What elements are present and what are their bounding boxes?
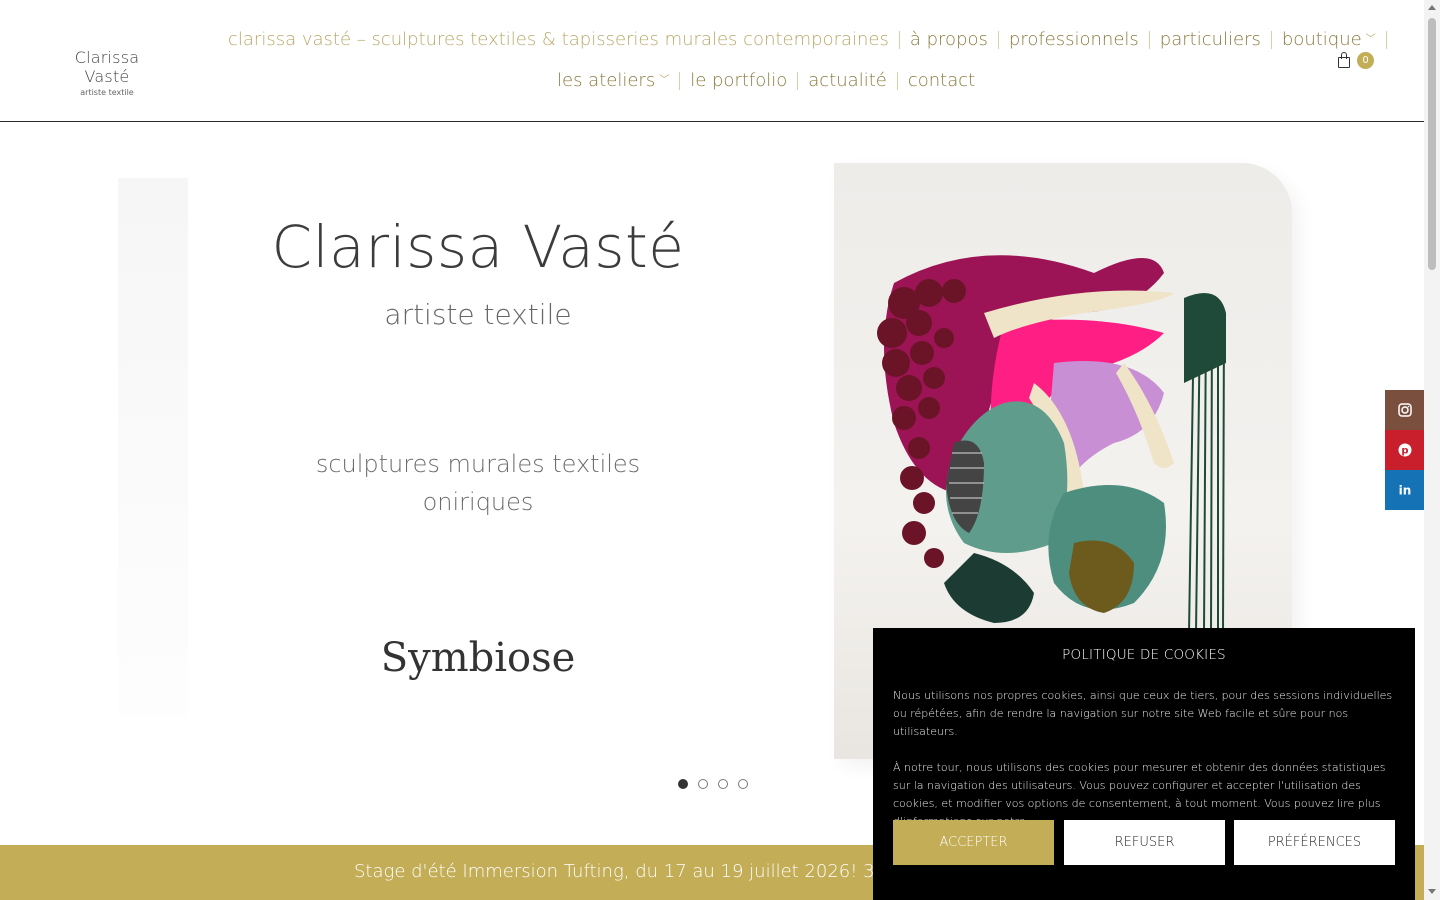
- hero-subtitle: artiste textile: [384, 298, 572, 331]
- nav-separator: [1385, 31, 1387, 49]
- hero-slide-text: Clarissa Vasté artiste textile sculpture…: [118, 163, 758, 719]
- linkedin-icon[interactable]: in: [1385, 470, 1425, 510]
- slider-dot-2[interactable]: [698, 779, 708, 789]
- site-header: Clarissa Vasté artiste textile clarissa …: [0, 0, 1424, 122]
- nav-item-actualite[interactable]: actualité: [798, 69, 897, 93]
- cookie-consent-panel: POLITIQUE DE COOKIES Nous utilisons nos …: [873, 628, 1415, 900]
- instagram-icon[interactable]: [1385, 390, 1425, 430]
- nav-item-boutique[interactable]: boutique ﹀: [1272, 28, 1386, 52]
- nav-label: le portfolio: [690, 70, 788, 91]
- hero-title: Clarissa Vasté: [271, 213, 685, 281]
- cookie-refuse-button[interactable]: REFUSER: [1064, 820, 1225, 865]
- cookie-accept-button[interactable]: ACCEPTER: [893, 820, 1054, 865]
- hero-description-line-1: sculptures murales textiles: [315, 450, 641, 478]
- nav-label: professionnels: [1008, 29, 1139, 50]
- nav-label: boutique: [1281, 29, 1362, 50]
- cookie-paragraph-1: Nous utilisons nos propres cookies, ains…: [893, 689, 1393, 738]
- logo-name: Clarissa Vasté: [74, 48, 140, 86]
- cookie-text: Nous utilisons nos propres cookies, ains…: [893, 687, 1393, 831]
- cookie-preferences-button[interactable]: PRÉFÉRENCES: [1234, 820, 1395, 865]
- slider-pagination: [678, 779, 748, 789]
- cart-button[interactable]: 0: [1336, 51, 1374, 69]
- chevron-down-icon: ﹀: [1365, 34, 1376, 45]
- svg-text:in: in: [1399, 484, 1412, 498]
- nav-item-a-propos[interactable]: à propos: [900, 28, 998, 52]
- logo-tagline: artiste textile: [80, 88, 134, 97]
- nav-item-professionnels[interactable]: professionnels: [999, 28, 1149, 52]
- shopping-bag-icon: [1336, 51, 1352, 69]
- hero-description: sculptures murales textiles oniriques: [118, 445, 838, 521]
- nav-item-contact[interactable]: contact: [898, 69, 985, 93]
- main-nav-row-1: clarissa vasté – sculptures textiles & t…: [218, 28, 1387, 52]
- nav-item-portfolio[interactable]: le portfolio: [680, 69, 797, 93]
- main-nav-row-2: les ateliers ﹀ le portfolio actualité con…: [547, 69, 985, 93]
- hero-description-line-2: oniriques: [422, 488, 534, 516]
- artwork-name: Symbiose: [380, 635, 576, 681]
- slider-dot-3[interactable]: [718, 779, 728, 789]
- social-sidebar: p in: [1385, 390, 1425, 510]
- slider-dot-4[interactable]: [738, 779, 748, 789]
- page-scrollbar[interactable]: [1424, 0, 1440, 900]
- nav-label: à propos: [909, 29, 988, 50]
- nav-label: les ateliers: [557, 70, 656, 91]
- nav-label: contact: [907, 70, 976, 91]
- scrollbar-thumb[interactable]: [1428, 18, 1436, 270]
- nav-label: particuliers: [1159, 29, 1261, 50]
- pinterest-icon[interactable]: p: [1385, 430, 1425, 470]
- nav-item-les-ateliers[interactable]: les ateliers ﹀: [547, 69, 679, 93]
- nav-label: clarissa vasté – sculptures textiles & t…: [228, 29, 889, 50]
- scroll-down-arrow-icon[interactable]: [1428, 889, 1436, 894]
- svg-text:p: p: [1401, 446, 1408, 457]
- site-logo[interactable]: Clarissa Vasté artiste textile: [52, 48, 162, 97]
- nav-item-particuliers[interactable]: particuliers: [1150, 28, 1271, 52]
- cart-count-badge: 0: [1357, 51, 1374, 69]
- chevron-down-icon: ﹀: [659, 75, 670, 86]
- cookie-title: POLITIQUE DE COOKIES: [1062, 647, 1226, 663]
- slider-dot-1[interactable]: [678, 779, 688, 789]
- scroll-up-arrow-icon[interactable]: [1428, 5, 1436, 10]
- nav-item-home[interactable]: clarissa vasté – sculptures textiles & t…: [218, 28, 899, 52]
- nav-label: actualité: [808, 70, 887, 91]
